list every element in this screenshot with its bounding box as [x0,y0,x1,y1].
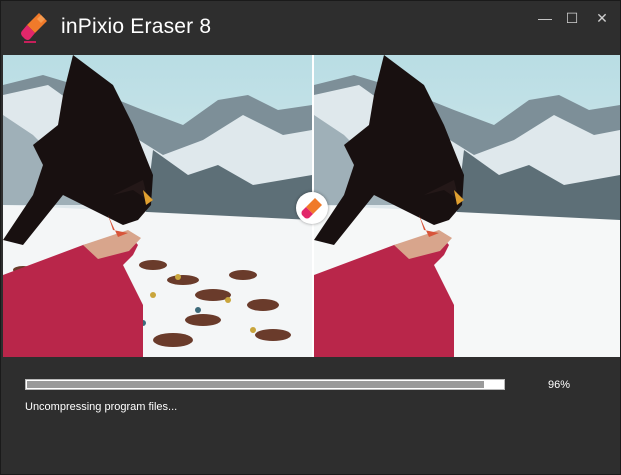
progress-fill [27,381,484,388]
progress-percent: 96% [548,379,571,391]
maximize-button[interactable]: ☐ [557,5,587,31]
before-after-preview [3,55,620,357]
title-bar[interactable]: inPixio Eraser 8 — ☐ ✕ [1,1,620,53]
before-image [3,55,312,357]
close-button[interactable]: ✕ [587,5,617,31]
minimize-button[interactable]: — [530,5,560,31]
after-image [314,55,620,357]
window-title: inPixio Eraser 8 [61,15,212,38]
progress-bar [25,379,505,390]
installer-window: inPixio Eraser 8 — ☐ ✕ 96% Uncompressing… [0,0,621,475]
compare-handle[interactable] [296,192,328,224]
eraser-icon [301,198,322,219]
eraser-logo-icon [21,13,47,43]
status-text: Uncompressing program files... [25,401,178,413]
